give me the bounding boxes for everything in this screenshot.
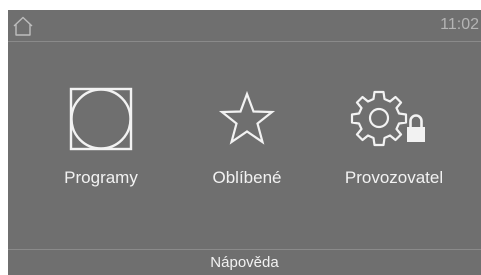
- drum-program-icon: [26, 87, 176, 151]
- help-button[interactable]: Nápověda: [8, 250, 481, 275]
- home-button[interactable]: [12, 15, 34, 37]
- status-bar: 11:02: [8, 10, 481, 41]
- tile-programs[interactable]: Programy: [26, 80, 176, 195]
- tile-label-operator: Provozovatel: [344, 168, 444, 187]
- appliance-display: 11:02 Programy Oblíbené Provozovatel Náp…: [8, 10, 481, 275]
- star-outline-icon: [172, 88, 322, 150]
- status-divider: [8, 41, 481, 42]
- tile-label-programs: Programy: [64, 168, 138, 187]
- gear-lock-icon: [319, 88, 469, 150]
- tile-label-favorites: Oblíbené: [212, 168, 282, 187]
- house-outline-icon: [13, 16, 33, 36]
- tile-favorites[interactable]: Oblíbené: [172, 80, 322, 195]
- clock: 11:02: [440, 16, 479, 33]
- help-label: Nápověda: [210, 254, 279, 271]
- tile-operator[interactable]: Provozovatel: [319, 80, 469, 195]
